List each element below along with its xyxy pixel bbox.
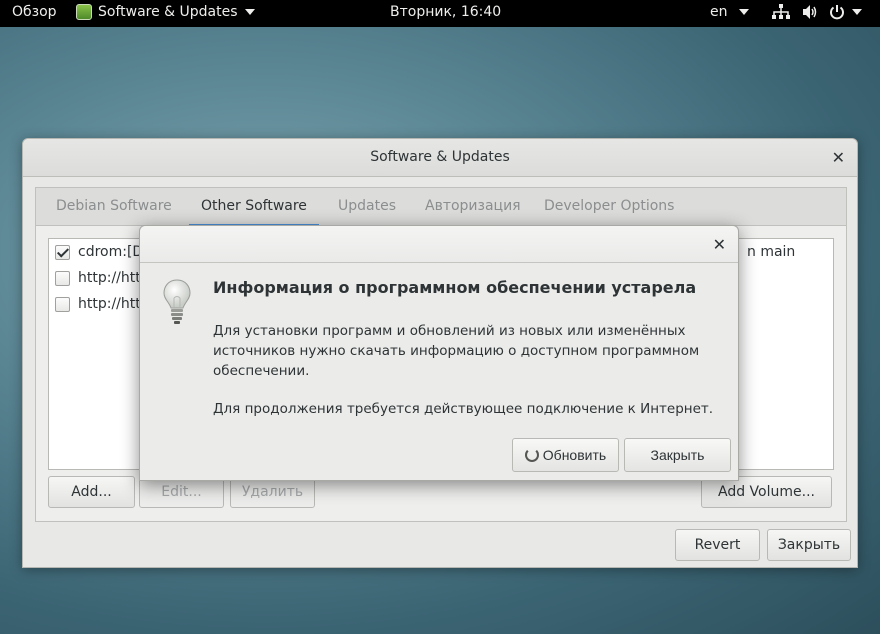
tab-authentication[interactable]: Авторизация <box>425 198 521 214</box>
revert-button[interactable]: Revert <box>675 529 760 561</box>
list-item[interactable]: cdrom:[D <box>55 242 143 262</box>
volume-icon[interactable] <box>802 4 818 24</box>
tab-updates[interactable]: Updates <box>338 198 396 214</box>
tab-debian-software[interactable]: Debian Software <box>56 198 172 214</box>
source-checkbox[interactable] <box>55 244 70 260</box>
refresh-button-label: Обновить <box>542 447 607 463</box>
list-item[interactable]: http://htt <box>55 294 141 314</box>
window-titlebar: Software & Updates ✕ <box>23 139 857 177</box>
close-icon[interactable]: ✕ <box>832 148 845 167</box>
close-icon[interactable]: ✕ <box>713 235 726 254</box>
language-menu[interactable]: en <box>710 4 749 20</box>
activities-button[interactable]: Обзор <box>12 4 57 20</box>
clock[interactable]: Вторник, 16:40 <box>390 4 501 20</box>
chevron-down-icon <box>738 9 749 15</box>
tab-developer-options[interactable]: Developer Options <box>544 198 674 214</box>
list-item[interactable]: http://htt <box>55 268 141 288</box>
source-label: cdrom:[D <box>78 244 144 260</box>
outdated-info-dialog: ✕ Информация о программном обеспечении у… <box>139 225 739 481</box>
dialog-message-line: обеспечении. <box>213 363 310 379</box>
refresh-icon <box>524 448 539 462</box>
source-checkbox[interactable] <box>55 296 70 312</box>
dialog-titlebar: ✕ <box>140 226 738 263</box>
language-label: en <box>710 4 728 20</box>
app-menu[interactable]: Software & Updates <box>76 4 255 20</box>
chevron-down-icon <box>852 9 862 15</box>
window-title: Software & Updates <box>370 149 510 165</box>
dialog-message-line: источников нужно скачать информацию о до… <box>213 343 700 359</box>
dialog-close-label: Закрыть <box>650 447 705 463</box>
power-icon <box>830 5 844 20</box>
top-bar: Обзор Software & Updates Вторник, 16:40 … <box>0 0 880 27</box>
dialog-message-line: Для установки программ и обновлений из н… <box>213 323 686 339</box>
source-label-tail: n main <box>747 244 796 260</box>
lightbulb-icon <box>162 278 192 330</box>
power-menu[interactable] <box>829 4 862 20</box>
network-icon[interactable] <box>772 4 790 24</box>
dialog-close-button[interactable]: Закрыть <box>624 438 731 472</box>
refresh-button[interactable]: Обновить <box>512 438 619 472</box>
tab-other-software[interactable]: Other Software <box>189 198 319 227</box>
close-button[interactable]: Закрыть <box>767 529 851 561</box>
source-checkbox[interactable] <box>55 270 70 286</box>
software-updates-icon <box>76 4 92 20</box>
dialog-message: Для установки программ и обновлений из н… <box>213 321 713 381</box>
app-menu-label: Software & Updates <box>98 4 238 20</box>
tab-bar: Debian Software Other Software Updates А… <box>36 188 846 227</box>
source-label: http://htt <box>78 270 141 286</box>
dialog-secondary-message: Для продолжения требуется действующее по… <box>213 401 714 417</box>
chevron-down-icon <box>244 9 255 15</box>
source-label: http://htt <box>78 296 141 312</box>
dialog-heading: Информация о программном обеспечении уст… <box>213 278 697 297</box>
add-button[interactable]: Add... <box>48 476 135 508</box>
